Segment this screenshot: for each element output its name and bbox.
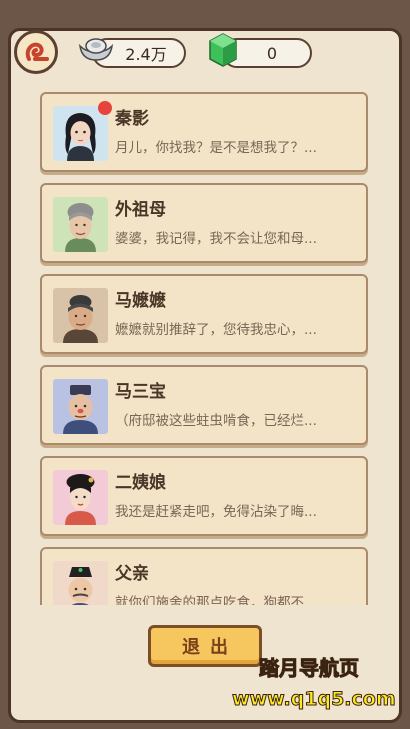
- silver-value: 2.4万: [125, 45, 167, 64]
- contact-card-ma-sanbao[interactable]: 马三宝 （府邸被这些蛀虫啃食，已经烂...: [40, 365, 368, 445]
- old-nanny-portrait: [53, 288, 108, 343]
- jade-gem-icon: [209, 33, 237, 67]
- grandmother-portrait: [53, 197, 108, 252]
- contact-name: 外祖母: [115, 200, 166, 220]
- old-man-portrait: [53, 379, 108, 434]
- contact-name: 二姨娘: [115, 473, 166, 493]
- contact-card-ma-nanny[interactable]: 马嬷嬷 嬷嬷就别推辞了，您待我忠心，...: [40, 274, 368, 354]
- contact-name: 秦影: [115, 109, 149, 129]
- avatar: [53, 561, 108, 605]
- scroll-swirl-icon: [25, 42, 49, 61]
- watermark-title: 踏月导航页: [259, 656, 360, 681]
- contact-last-message: 月儿，你找我？是不是想我了？...: [115, 140, 317, 156]
- contact-card-second-aunt[interactable]: 二姨娘 我还是赶紧走吧，免得沾染了晦...: [40, 456, 368, 536]
- young-man-portrait: [53, 106, 108, 161]
- contact-card-grandmother[interactable]: 外祖母 婆婆，我记得，我不会让您和母...: [40, 183, 368, 263]
- contact-list[interactable]: 秦影 月儿，你找我？是不是想我了？... 外祖母 婆婆，我记得，我不会让您和母.…: [38, 90, 372, 605]
- exit-button[interactable]: 退出: [148, 625, 262, 667]
- avatar: [53, 197, 108, 252]
- jade-value: 0: [266, 43, 278, 63]
- concubine-portrait: [53, 470, 108, 525]
- contact-last-message: 嬷嬷就别推辞了，您待我忠心，...: [115, 322, 317, 338]
- back-button[interactable]: [14, 30, 58, 74]
- contact-last-message: （府邸被这些蛀虫啃食，已经烂...: [115, 413, 317, 429]
- contact-last-message: 婆婆，我记得，我不会让您和母...: [115, 231, 317, 247]
- contact-name: 马嬷嬷: [115, 291, 166, 311]
- contact-card-father[interactable]: 父亲 就你们施舍的那点吃食，狗都不...: [40, 547, 368, 605]
- top-bar: 2.4万 0: [0, 0, 410, 80]
- contact-card-qinying[interactable]: 秦影 月儿，你找我？是不是想我了？...: [40, 92, 368, 172]
- contact-last-message: 我还是赶紧走吧，免得沾染了晦...: [115, 504, 317, 520]
- unread-badge: [98, 101, 112, 115]
- avatar: [53, 288, 108, 343]
- contact-name: 父亲: [115, 564, 149, 584]
- avatar: [53, 106, 108, 161]
- watermark-url: www.q1q5.com: [232, 688, 397, 711]
- father-portrait: [53, 561, 108, 605]
- avatar: [53, 470, 108, 525]
- contact-name: 马三宝: [115, 382, 166, 402]
- avatar: [53, 379, 108, 434]
- contact-last-message: 就你们施舍的那点吃食，狗都不...: [115, 595, 317, 605]
- silver-ingot-icon: [78, 38, 114, 61]
